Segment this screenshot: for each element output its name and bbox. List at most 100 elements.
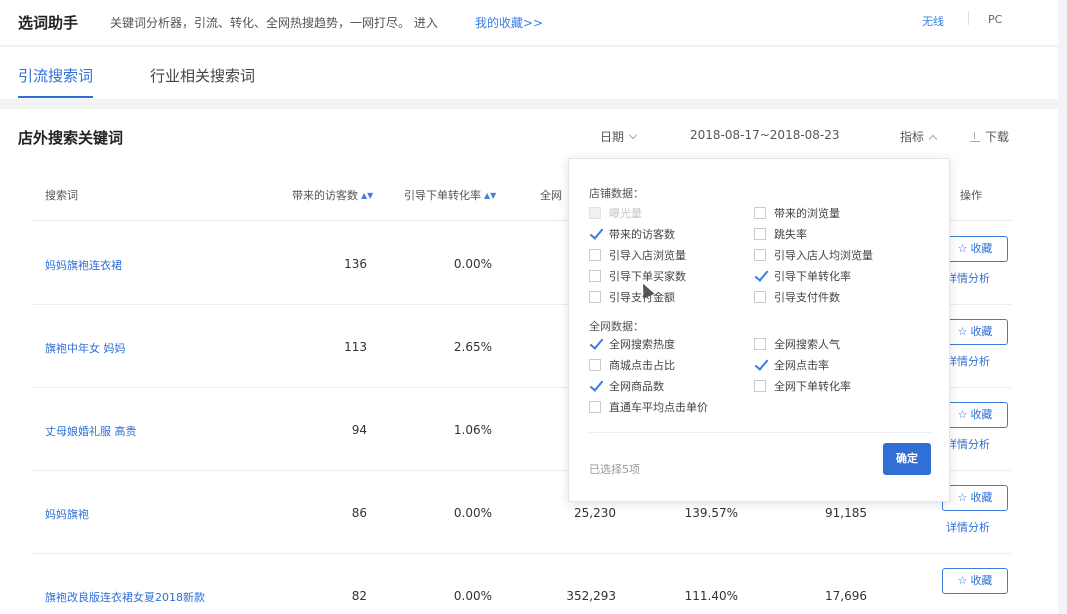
sort-icon: ▲▼	[361, 191, 374, 200]
page-title: 选词助手	[18, 14, 79, 32]
metric-label: 全网下单转化率	[774, 380, 851, 393]
download-icon	[970, 132, 980, 142]
checkbox	[754, 291, 766, 303]
metric-ztc-avg-cpc[interactable]: 直通车平均点击单价	[589, 401, 708, 417]
keyword-link[interactable]: 旗袍改良版连衣裙女夏2018新款	[45, 589, 205, 605]
checkbox	[589, 270, 601, 282]
visitors-value: 113	[344, 340, 367, 354]
visitors-value: 136	[344, 257, 367, 271]
sort-icon: ▲▼	[484, 191, 497, 200]
checkbox	[754, 270, 766, 282]
conversion-value: 1.06%	[453, 423, 492, 437]
tab-industry-keywords[interactable]: 行业相关搜索词	[150, 65, 255, 86]
metric-store-pageviews[interactable]: 引导入店浏览量	[589, 249, 686, 265]
tab-bar: 引流搜索词 行业相关搜索词	[0, 47, 1058, 99]
conversion-value: 0.00%	[453, 257, 492, 271]
metric-label: 跳失率	[774, 228, 807, 241]
download-button[interactable]: 下载	[970, 128, 1009, 145]
metric-label: 全网搜索热度	[609, 338, 675, 351]
detail-analysis-link[interactable]: 详情分析	[946, 519, 990, 535]
star-icon: ☆	[957, 325, 968, 338]
detail-analysis-link[interactable]: 详情分析	[946, 270, 990, 286]
metric-label: 引导入店人均浏览量	[774, 249, 873, 262]
col-visitors[interactable]: 带来的访客数 ▲▼	[292, 187, 373, 203]
divider	[589, 432, 931, 433]
metric-pageviews[interactable]: 带来的浏览量	[754, 207, 840, 223]
visitors-value: 86	[351, 506, 367, 520]
checkbox	[754, 359, 766, 371]
global-value-2: 111.40%	[684, 589, 738, 603]
metric-global-ctr[interactable]: 全网点击率	[754, 359, 829, 375]
pc-toggle[interactable]: PC	[988, 13, 1002, 26]
metric-label: 带来的浏览量	[774, 207, 840, 220]
metric-mall-click-share[interactable]: 商城点击占比	[589, 359, 675, 375]
detail-analysis-link[interactable]: 详情分析	[946, 353, 990, 369]
favorite-button[interactable]: ☆ 收藏	[942, 402, 1008, 428]
date-dropdown[interactable]: 日期	[600, 128, 638, 145]
metric-label: 全网点击率	[774, 359, 829, 372]
favorite-label: 收藏	[970, 325, 993, 338]
metric-label: 全网搜索人气	[774, 338, 840, 351]
metric-label: 全网商品数	[609, 380, 664, 393]
metric-payment-amount[interactable]: 引导支付金额	[589, 291, 675, 307]
checkbox	[754, 338, 766, 350]
wireless-toggle[interactable]: 无线	[922, 13, 944, 29]
metric-global-search-heat[interactable]: 全网搜索热度	[589, 338, 675, 354]
favorite-button[interactable]: ☆ 收藏	[942, 485, 1008, 511]
global-value-3: 17,696	[825, 589, 867, 603]
metric-global-order-conversion[interactable]: 全网下单转化率	[754, 380, 851, 396]
keyword-link[interactable]: 丈母娘婚礼服 高贵	[45, 423, 137, 439]
metric-label: 引导下单转化率	[774, 270, 851, 283]
metric-order-conversion[interactable]: 引导下单转化率	[754, 270, 851, 286]
checkbox	[754, 207, 766, 219]
keyword-link[interactable]: 妈妈旗袍	[45, 506, 89, 522]
detail-analysis-link[interactable]: 详情分析	[946, 436, 990, 452]
checkbox	[589, 207, 601, 219]
checkbox	[589, 380, 601, 392]
metric-bounce-rate[interactable]: 跳失率	[754, 228, 807, 244]
metrics-dropdown[interactable]: 指标	[900, 128, 938, 145]
visitors-value: 82	[351, 589, 367, 603]
page: 选词助手 关键词分析器，引流、转化、全网热搜趋势，一网打尽。 进入 我的收藏>>…	[0, 0, 1067, 614]
checkbox	[589, 338, 601, 350]
star-icon: ☆	[957, 574, 968, 587]
section-title: 店外搜索关键词	[18, 129, 124, 147]
col-visitors-label: 带来的访客数	[292, 189, 358, 202]
header-description: 关键词分析器，引流、转化、全网热搜趋势，一网打尽。 进入	[110, 16, 438, 30]
selected-count: 已选择5项	[589, 463, 640, 476]
favorite-button[interactable]: ☆ 收藏	[942, 319, 1008, 345]
conversion-value: 2.65%	[453, 340, 492, 354]
download-label: 下载	[985, 130, 1010, 144]
metric-global-products[interactable]: 全网商品数	[589, 380, 664, 396]
star-icon: ☆	[957, 408, 968, 421]
favorite-label: 收藏	[970, 491, 993, 504]
favorite-button[interactable]: ☆ 收藏	[942, 236, 1008, 262]
metrics-label: 指标	[900, 130, 925, 144]
tab-traffic-keywords[interactable]: 引流搜索词	[18, 65, 94, 98]
col-conversion[interactable]: 引导下单转化率 ▲▼	[404, 187, 496, 203]
checkbox	[589, 228, 601, 240]
global-value-3: 91,185	[825, 506, 867, 520]
metric-payment-items[interactable]: 引导支付件数	[754, 291, 840, 307]
divider	[968, 11, 969, 25]
keyword-link[interactable]: 妈妈旗袍连衣裙	[45, 257, 122, 273]
col-keyword: 搜索词	[45, 189, 78, 202]
metric-order-buyers[interactable]: 引导下单买家数	[589, 270, 686, 286]
metrics-popover: 店铺数据： 曝光量 带来的浏览量 带来的访客数 跳失率 引导入店浏览量 引导入店…	[568, 158, 950, 502]
checkbox	[589, 359, 601, 371]
my-favorites-link[interactable]: 我的收藏>>	[475, 14, 543, 31]
checkbox	[754, 380, 766, 392]
favorite-label: 收藏	[970, 574, 993, 587]
checkbox	[589, 401, 601, 413]
metric-visitors[interactable]: 带来的访客数	[589, 228, 675, 244]
table-row: 旗袍改良版连衣裙女夏2018新款 82 0.00% 352,293 111.40…	[32, 554, 1012, 614]
checkbox	[754, 249, 766, 261]
date-range[interactable]: 2018-08-17~2018-08-23	[690, 128, 840, 142]
confirm-button[interactable]: 确定	[883, 443, 931, 475]
metric-exposure: 曝光量	[589, 207, 642, 223]
header-bar: 选词助手 关键词分析器，引流、转化、全网热搜趋势，一网打尽。 进入 我的收藏>>…	[0, 0, 1058, 46]
metric-global-search-popularity[interactable]: 全网搜索人气	[754, 338, 840, 354]
favorite-button[interactable]: ☆ 收藏	[942, 568, 1008, 594]
metric-avg-pageviews[interactable]: 引导入店人均浏览量	[754, 249, 873, 265]
keyword-link[interactable]: 旗袍中年女 妈妈	[45, 340, 126, 356]
